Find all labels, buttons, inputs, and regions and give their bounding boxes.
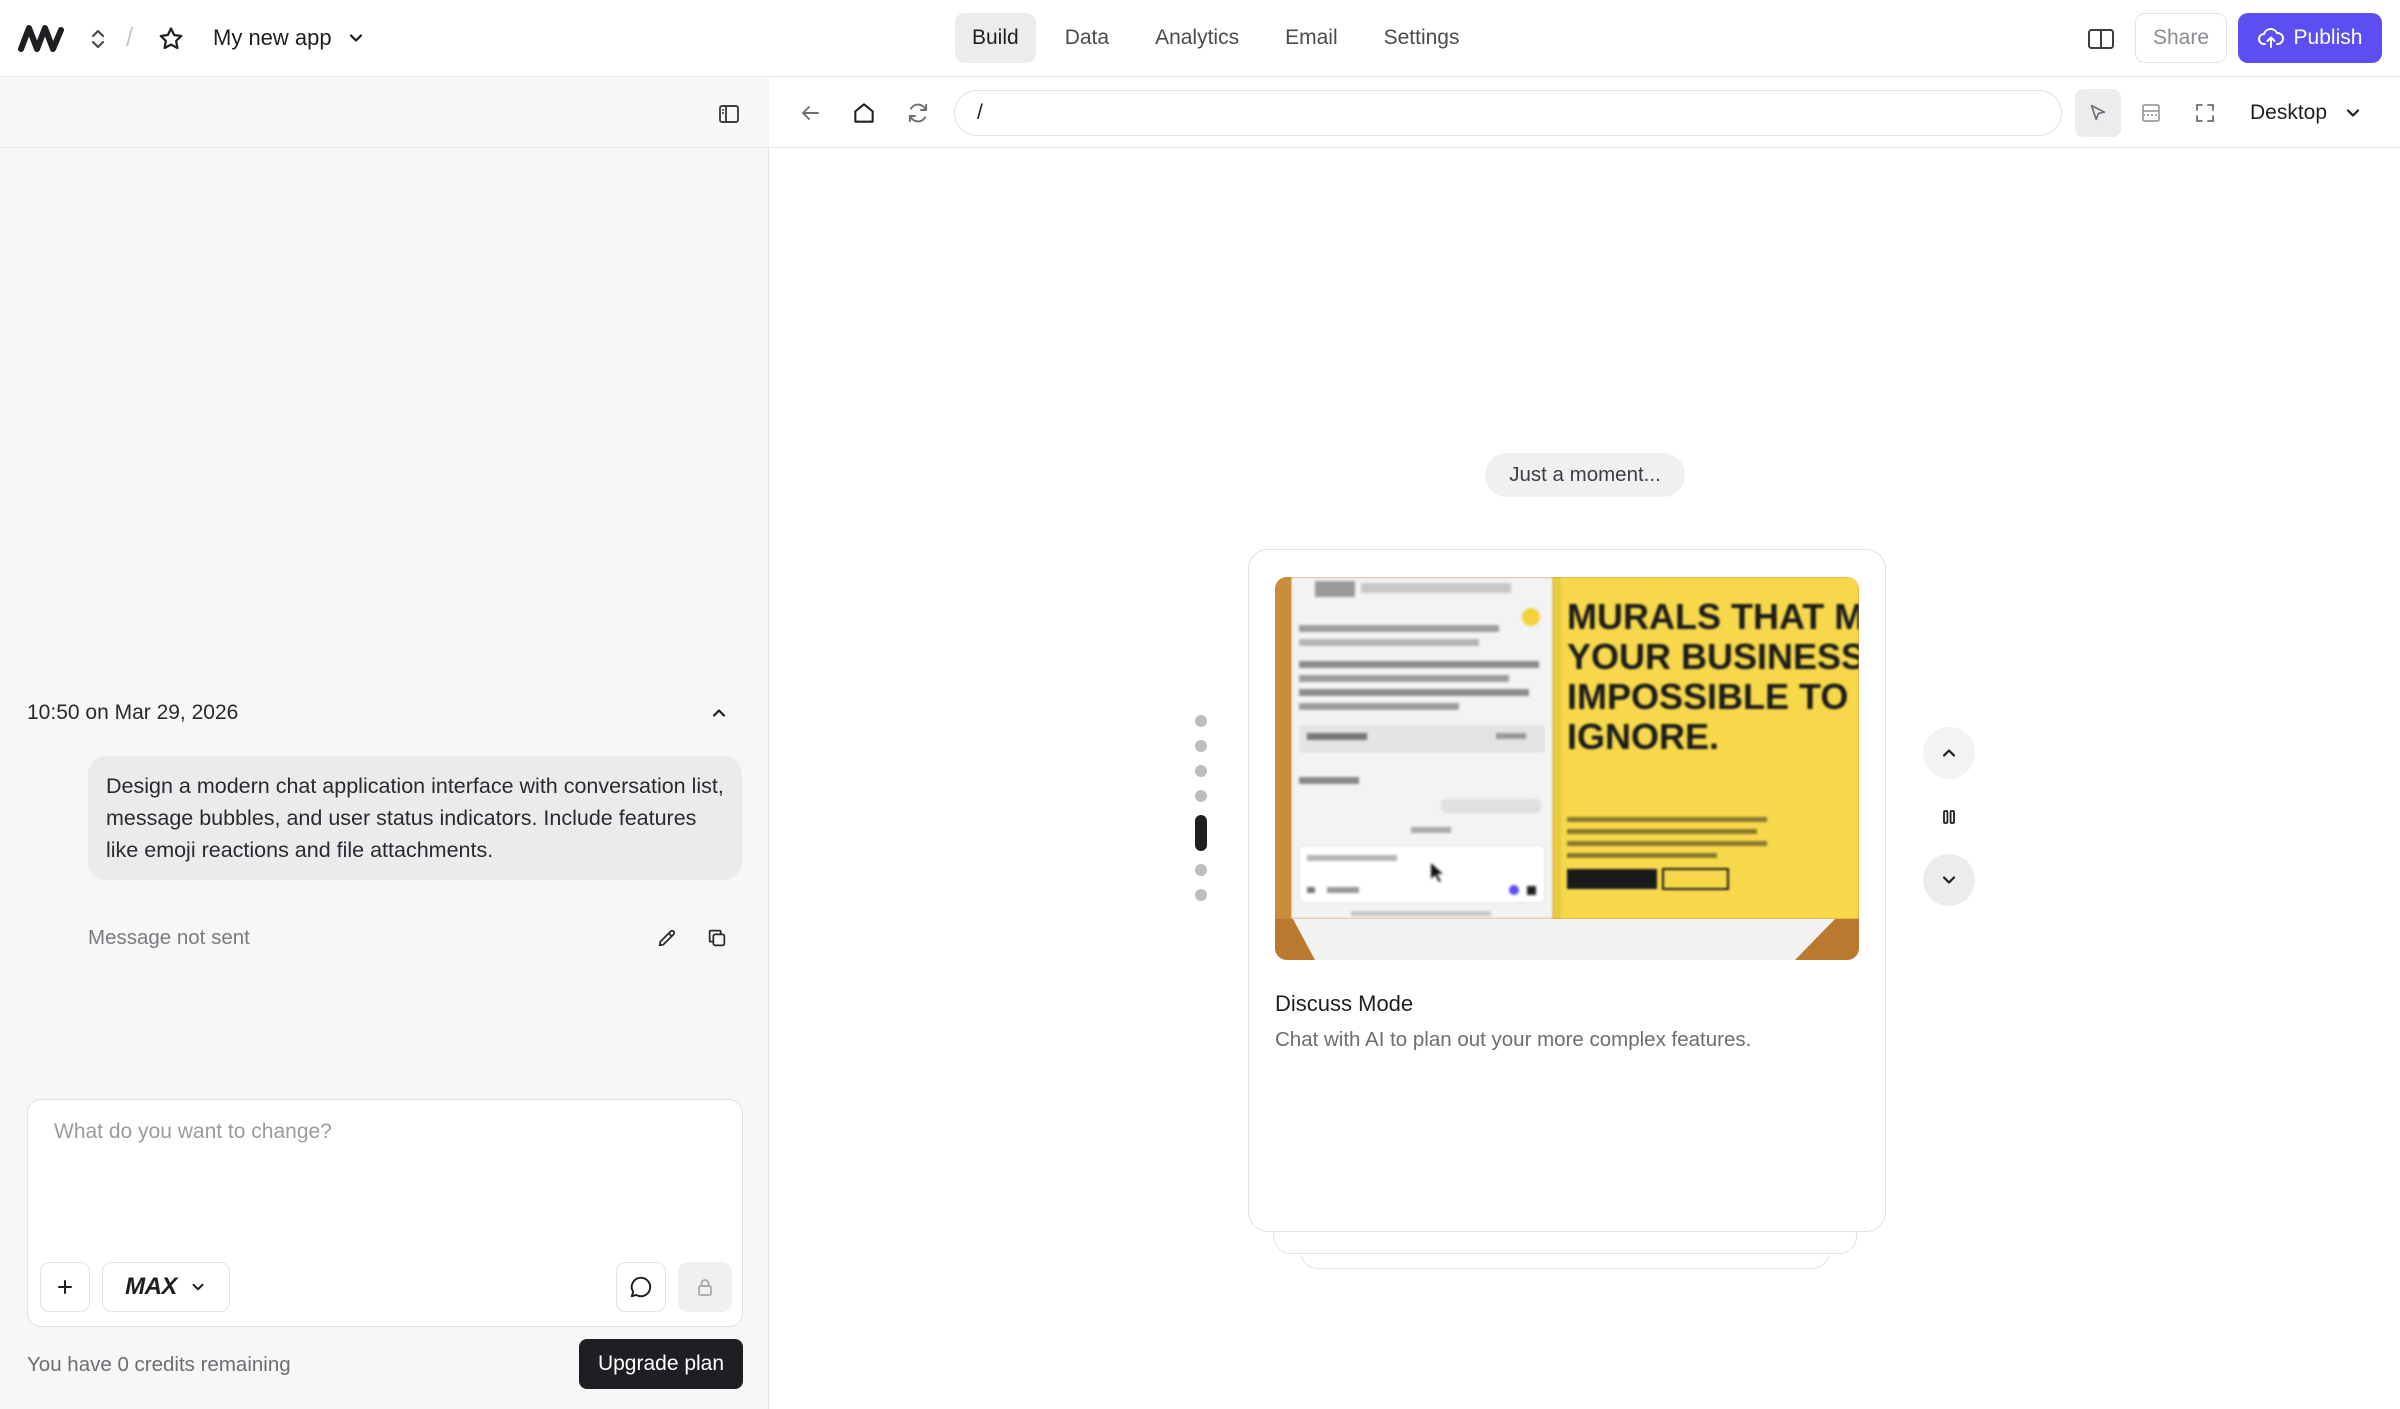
cursor-select-icon[interactable] [2075,89,2121,137]
app-name-dropdown[interactable]: My new app [213,23,366,53]
image-yellow-poster: MURALS THAT MAKE YOUR BUSINESS IMPOSSIBL… [1553,577,1859,919]
chat-panel: 10:50 on Mar 29, 2026 Design a modern ch… [0,77,769,1409]
add-attachment-button[interactable] [40,1262,90,1312]
carousel-dot[interactable] [1195,864,1207,876]
carousel-dot-active[interactable] [1195,815,1207,851]
fullscreen-icon[interactable] [2187,95,2223,131]
publish-label: Publish [2293,26,2363,49]
carousel-dot[interactable] [1195,790,1207,802]
prompt-composer: MAX [27,1099,743,1327]
chevron-down-icon [2346,109,2360,117]
chat-panel-toolbar [0,77,769,148]
main-nav: Build Data Analytics Email Settings [955,13,1489,63]
edit-icon[interactable] [650,921,684,955]
carousel-dot[interactable] [1195,740,1207,752]
svg-text:IGNORE.: IGNORE. [1567,716,1719,757]
logo-icon[interactable] [18,22,68,54]
url-path: / [977,101,983,124]
chevron-down-icon [349,34,362,42]
chevron-down-icon [192,1283,204,1291]
publish-button[interactable]: Publish [2238,13,2382,63]
chevron-down-icon [1942,876,1956,884]
book-icon[interactable] [2084,22,2118,56]
share-button[interactable]: Share [2135,13,2227,63]
layout-icon[interactable] [2133,95,2169,131]
home-icon[interactable] [846,95,882,131]
model-label: MAX [125,1273,177,1300]
switch-project-icon[interactable] [84,24,112,54]
upgrade-plan-button[interactable]: Upgrade plan [579,1339,743,1389]
discuss-mode-button[interactable] [616,1262,666,1312]
url-bar[interactable]: / [954,90,2062,136]
carousel-next-button[interactable] [1923,854,1975,906]
device-dropdown[interactable]: Desktop [2250,95,2363,131]
svg-text:IMPOSSIBLE TO: IMPOSSIBLE TO [1567,676,1848,717]
breadcrumb-separator: / [126,22,134,52]
back-arrow-icon[interactable] [792,95,828,131]
carousel-dot[interactable] [1195,889,1207,901]
chat-bubble-icon [630,1276,652,1298]
image-floor [1275,919,1859,960]
image-edge [1275,577,1291,919]
send-button[interactable] [678,1262,732,1312]
tab-data[interactable]: Data [1048,13,1126,63]
tab-analytics[interactable]: Analytics [1138,13,1256,63]
prompt-input[interactable] [54,1120,714,1144]
feature-card: MURALS THAT MAKE YOUR BUSINESS IMPOSSIBL… [1248,549,1886,1232]
carousel-dot[interactable] [1195,715,1207,727]
svg-text:YOUR BUSINESS: YOUR BUSINESS [1567,636,1859,677]
chevron-up-icon [1942,749,1956,757]
carousel-pagination [1193,715,1209,914]
carousel-dot[interactable] [1195,765,1207,777]
lock-icon [698,1279,712,1296]
tab-email[interactable]: Email [1268,13,1355,63]
preview-toolbar: / Desktop [770,77,2400,148]
cloud-upload-icon [2257,28,2284,48]
copy-icon[interactable] [700,921,734,955]
model-selector[interactable]: MAX [102,1262,230,1312]
device-label: Desktop [2250,101,2328,124]
app-name-label: My new app [213,25,332,50]
credits-remaining: You have 0 credits remaining [27,1353,291,1376]
star-icon[interactable] [154,22,188,56]
chevron-up-icon[interactable] [702,696,736,730]
message-timestamp: 10:50 on Mar 29, 2026 [27,701,239,724]
pause-icon [1943,810,1955,824]
tab-settings[interactable]: Settings [1367,13,1477,63]
user-message-bubble: Design a modern chat application interfa… [88,756,742,880]
carousel-pause-button[interactable] [1923,791,1975,843]
loading-indicator: Just a moment... [1485,453,1685,497]
message-status: Message not sent [88,926,250,949]
feature-card-title: Discuss Mode [1275,991,1414,1016]
image-app-screenshot [1291,577,1553,919]
preview-canvas: Just a moment... MURALS THAT M YOUR BUSI… [770,149,2400,1409]
top-bar: / My new app Build Data Analytics Email … [0,0,2400,77]
feature-card-image: MURALS THAT MAKE YOUR BUSINESS IMPOSSIBL… [1275,577,1859,960]
svg-text:MURALS THAT MAKE: MURALS THAT MAKE [1567,596,1859,637]
refresh-icon[interactable] [900,95,936,131]
tab-build[interactable]: Build [955,13,1036,63]
plus-icon [58,1280,72,1294]
feature-card-description: Chat with AI to plan out your more compl… [1275,1028,1752,1051]
carousel-prev-button[interactable] [1923,727,1975,779]
panel-toggle-icon[interactable] [712,97,746,131]
